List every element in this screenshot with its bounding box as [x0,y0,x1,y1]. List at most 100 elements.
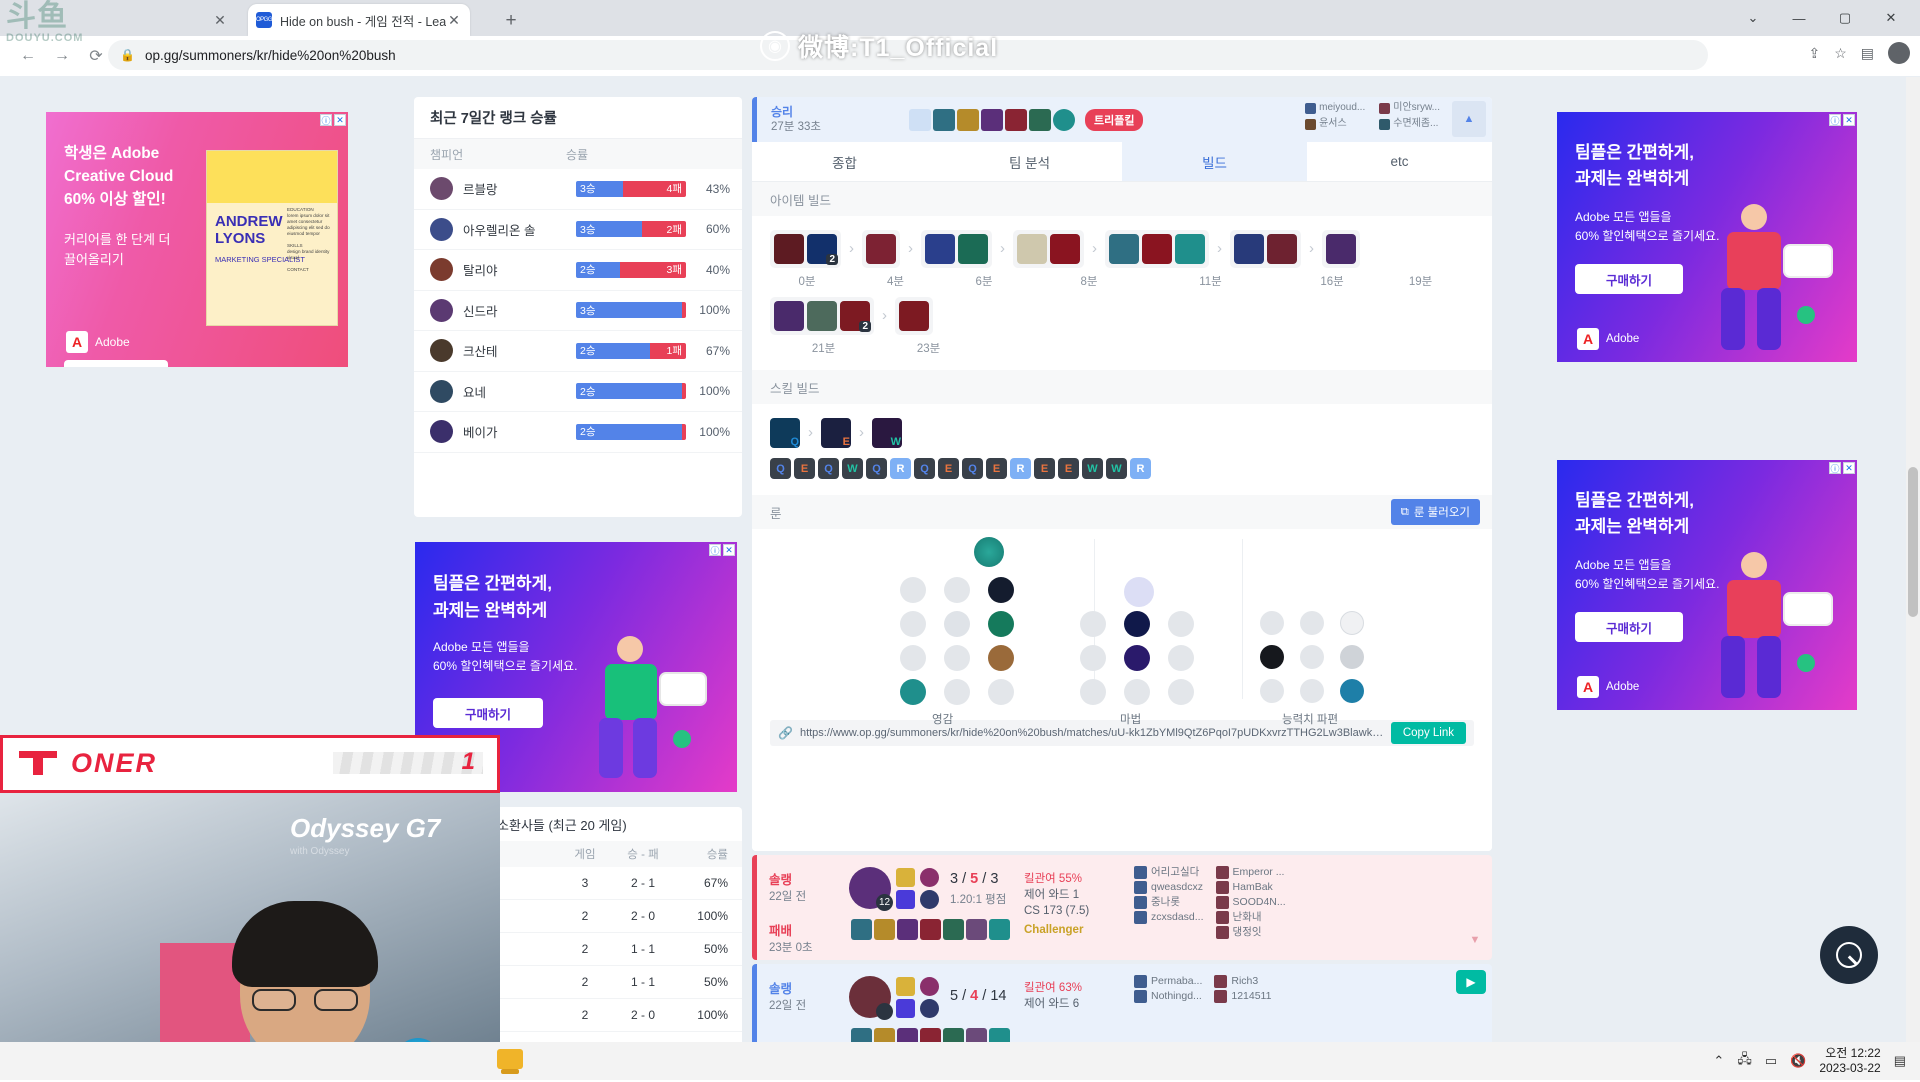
player-name[interactable]: 어리고실다 [1151,865,1199,880]
app-icon[interactable] [495,1045,525,1077]
champion-row[interactable]: 요네 2승 100% [414,372,742,412]
build-item[interactable]: 2 [807,234,838,265]
ad-cta-button[interactable]: 구매하기 [64,360,168,367]
rune-minor[interactable] [944,645,970,671]
rune-shard-selected[interactable] [1340,611,1364,635]
build-item[interactable] [958,234,988,264]
maximize-button[interactable]: ▢ [1822,0,1868,36]
player-name[interactable]: 난화내 [1233,910,1262,925]
share-url[interactable]: https://www.op.gg/summoners/kr/hide%20on… [800,727,1384,739]
rune-minor[interactable] [900,577,926,603]
network-icon[interactable]: 🖧 [1737,1050,1752,1072]
chevron-up-icon[interactable]: ⌃ [1713,1053,1724,1069]
final-item[interactable] [943,919,964,940]
match-row[interactable]: 솔랭 22일 전 5 / 4 / 14 킬관여 63% 제어 와드 6 Permaba..… [752,964,1492,1052]
ad-cta-button[interactable]: 구매하기 [1575,264,1683,294]
rune-minor[interactable] [1124,679,1150,705]
rune-minor[interactable] [1080,611,1106,637]
ad-right-bottom[interactable]: ⓘ ✕ 팀플은 간편하게, 과제는 완벽하게 Adobe 모든 앱들을 60% … [1557,460,1857,710]
final-item[interactable] [989,919,1010,940]
rune-minor[interactable] [1080,645,1106,671]
chevron-down-icon[interactable]: ▼ [1458,855,1492,960]
rune-minor[interactable] [944,679,970,705]
ad-left-top[interactable]: ⓘ ✕ ANDREW LYONS MARKETING SPECIALIST ED… [46,112,348,367]
tab-종합[interactable]: 종합 [752,142,937,181]
build-item[interactable] [866,234,896,264]
ad-info-icon[interactable]: ⓘ [709,544,721,556]
close-icon[interactable]: ✕ [212,12,228,28]
ad-info-icon[interactable]: ⓘ [320,114,332,126]
star-icon[interactable]: ☆ [1834,45,1847,62]
final-item[interactable] [897,919,918,940]
player-name[interactable]: 1214511 [1231,989,1271,1004]
video-icon[interactable]: ▶ [1456,970,1486,994]
final-item[interactable] [874,919,895,940]
load-runes-button[interactable]: ⧉ 룬 불러오기 [1390,499,1480,525]
champion-portrait[interactable] [849,976,893,1020]
player-name[interactable]: Emperor ... [1233,865,1285,880]
rune-minor-selected[interactable] [1124,611,1150,637]
final-item[interactable] [920,919,941,940]
rune-shard-selected[interactable] [1340,679,1364,703]
ad-info-icon[interactable]: ⓘ [1829,114,1841,126]
ad-right-top[interactable]: ⓘ ✕ 팀플은 간편하게, 과제는 완벽하게 Adobe 모든 앱들을 60% … [1557,112,1857,362]
player-name[interactable]: 미안sryw... [1393,100,1440,116]
player-name[interactable]: meiyoud... [1319,100,1365,116]
champion-row[interactable]: 르블랑 3승 4패 43% [414,169,742,210]
rune-minor[interactable] [944,577,970,603]
rune-shard[interactable] [1300,611,1324,635]
trinket-slot[interactable] [1053,108,1075,131]
scrollbar-thumb[interactable] [1908,467,1918,617]
champion-row[interactable]: 아우렐리온 솔 3승 2패 60% [414,210,742,250]
rune-minor-selected[interactable] [900,679,926,705]
item-slot[interactable] [981,108,1003,131]
chevron-down-icon[interactable]: ⌄ [1730,0,1776,36]
build-item[interactable] [925,234,955,264]
item-slot[interactable] [957,108,979,131]
ad-close-icon[interactable]: ✕ [723,544,735,556]
skill-icon-W[interactable]: W [872,418,902,448]
build-item[interactable] [1234,234,1264,264]
final-item[interactable] [966,919,987,940]
match-row[interactable]: 솔랭 22일 전 패배 23분 0초 12 3 / 5 / 3 1.20:1 평점 킬관여 5… [752,855,1492,960]
taskbar-clock[interactable]: 오전 12:22 2023-03-22 [1819,1046,1880,1076]
champion-row[interactable]: 베이가 2승 100% [414,412,742,453]
minimize-button[interactable]: — [1776,0,1822,36]
champion-row[interactable]: 신드라 3승 100% [414,291,742,331]
browser-tab-active[interactable]: OPGG Hide on bush - 게임 전적 - Leag ✕ [248,4,470,36]
rune-minor[interactable] [1168,679,1194,705]
item-slot[interactable] [1029,108,1051,131]
player-name[interactable]: qweasdcxz [1151,880,1203,895]
rune-shard[interactable] [1340,645,1364,669]
ad-info-icon[interactable]: ⓘ [1829,462,1841,474]
rune-keystone[interactable] [974,537,1004,567]
share-icon[interactable]: ⇪ [1808,45,1820,62]
build-item[interactable] [1267,234,1297,264]
build-item[interactable] [1175,234,1205,264]
player-name[interactable]: 댕정잇 [1233,925,1262,940]
copy-link-button[interactable]: Copy Link [1390,722,1466,744]
rune-shard[interactable] [1300,645,1324,669]
rune-minor[interactable] [944,611,970,637]
build-item[interactable] [774,301,804,331]
build-item[interactable] [899,301,929,331]
close-window-button[interactable]: ✕ [1868,0,1914,36]
item-slot[interactable] [1005,108,1027,131]
rune-minor[interactable] [900,611,926,637]
build-item[interactable] [1142,234,1172,264]
rune-minor[interactable] [1080,679,1106,705]
player-name[interactable]: 수면제좀... [1393,116,1438,132]
rune-minor-selected[interactable] [1124,645,1150,671]
player-name[interactable]: Rich3 [1231,974,1258,989]
skill-icon-Q[interactable]: Q [770,418,800,448]
build-item[interactable] [774,234,804,264]
player-name[interactable]: Nothingd... [1151,989,1202,1004]
rune-shard[interactable] [1260,611,1284,635]
player-name[interactable]: SOOD4N... [1233,895,1286,910]
close-icon[interactable]: ✕ [446,12,462,28]
item-slot[interactable] [933,108,955,131]
build-item[interactable] [1017,234,1047,264]
tab-etc[interactable]: etc [1307,142,1492,181]
champion-portrait[interactable]: 12 [849,867,893,911]
help-search-icon[interactable] [1820,926,1878,984]
